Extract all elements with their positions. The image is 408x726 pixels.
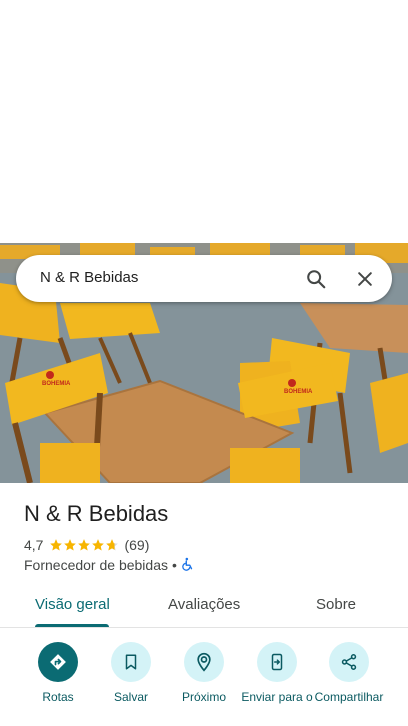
reviews-count: (69) — [124, 537, 150, 553]
rating-row[interactable]: 4,7 (69) — [24, 536, 149, 554]
directions-label: Rotas — [42, 690, 74, 704]
place-tabs: Visão geral Avaliações Sobre — [0, 584, 408, 628]
tab-overview[interactable]: Visão geral — [35, 596, 110, 613]
place-title: N & R Bebidas — [24, 501, 169, 526]
search-icon[interactable] — [302, 265, 330, 293]
nearby-icon — [184, 642, 224, 682]
action-buttons: Rotas Salvar Próximo Enviar para o Compa… — [0, 640, 408, 726]
place-category: Fornecedor de bebidas — [24, 557, 168, 573]
save-label: Salvar — [113, 690, 148, 704]
tab-about[interactable]: Sobre — [316, 596, 356, 613]
separator: • — [172, 557, 177, 573]
save-button[interactable]: Salvar — [91, 642, 171, 704]
search-input[interactable]: N & R Bebidas — [40, 269, 138, 286]
star-rating — [49, 538, 119, 552]
star-icon — [64, 539, 77, 551]
star-icon — [78, 539, 91, 551]
send-to-phone-icon — [257, 642, 297, 682]
directions-icon — [38, 642, 78, 682]
rating-value: 4,7 — [24, 537, 44, 553]
share-label: Compartilhar — [314, 690, 384, 704]
directions-button[interactable]: Rotas — [18, 642, 98, 704]
nearby-button[interactable]: Próximo — [164, 642, 244, 704]
star-icon — [50, 539, 63, 551]
map-blank-area — [0, 0, 408, 243]
chair-brand-left: BOHEMIA — [42, 381, 71, 387]
close-icon[interactable] — [351, 265, 379, 293]
tab-reviews[interactable]: Avaliações — [168, 596, 240, 613]
active-tab-indicator — [35, 624, 109, 627]
wheelchair-icon — [181, 557, 195, 574]
share-button[interactable]: Compartilhar — [309, 642, 389, 704]
send-to-phone-button[interactable]: Enviar para o — [237, 642, 317, 704]
share-icon — [329, 642, 369, 682]
star-icon — [92, 539, 105, 551]
search-bar[interactable]: N & R Bebidas — [16, 255, 392, 302]
category-row: Fornecedor de bebidas • — [24, 556, 195, 574]
star-half-icon — [106, 539, 119, 551]
chair-brand-right: BOHEMIA — [284, 389, 313, 395]
send-to-phone-label: Enviar para o — [241, 690, 313, 704]
nearby-label: Próximo — [181, 690, 226, 704]
bookmark-icon — [111, 642, 151, 682]
